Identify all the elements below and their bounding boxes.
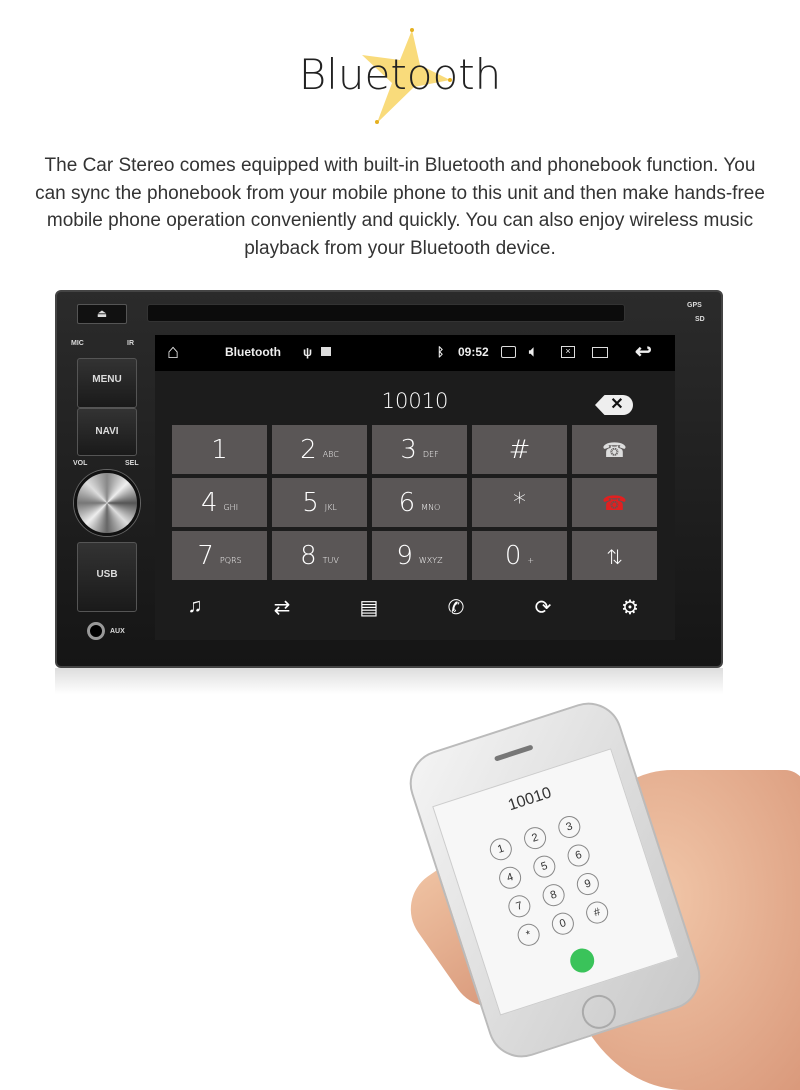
navi-button[interactable]: NAVI [77, 408, 137, 456]
key-digit: * [513, 487, 526, 518]
close-box-icon[interactable]: × [561, 346, 575, 358]
key-3[interactable]: 3 DEF [372, 425, 467, 474]
contacts-icon[interactable]: ▤ [354, 595, 384, 620]
usb-label: USB [96, 569, 118, 580]
key-digit: 5 [302, 487, 319, 518]
touch-screen: ⌂ Bluetooth ψ ᛒ 09:52 🔈︎ × ↩ 10010 ✕ 12A… [155, 335, 675, 640]
usb-port[interactable]: USB [77, 542, 137, 612]
key-8[interactable]: 8 TUV [272, 531, 367, 580]
volume-knob[interactable] [74, 470, 140, 536]
settings-icon[interactable]: ⚙ [615, 595, 645, 620]
phone-call-button[interactable] [567, 945, 598, 976]
transfer-icon: ⇅ [606, 543, 623, 568]
page-title: Bluetooth [298, 50, 502, 99]
camera-icon[interactable] [501, 346, 516, 358]
aux-jack[interactable] [87, 622, 105, 640]
key-0[interactable]: 0 + [472, 531, 567, 580]
phone-icon[interactable]: ✆ [441, 595, 471, 620]
phone-key[interactable]: 6 [564, 841, 593, 870]
key-letters: + [527, 556, 535, 565]
key-*[interactable]: * [472, 478, 567, 527]
car-stereo: ⏏ MIC IR MENU NAVI VOL SEL USB AUX GPS S… [55, 290, 723, 668]
key-digit: 2 [300, 434, 317, 465]
key-digit: 6 [398, 487, 416, 518]
key-9[interactable]: 9 WXYZ [372, 531, 467, 580]
bluetooth-icon: ᛒ [437, 345, 445, 359]
home-icon[interactable]: ⌂ [167, 341, 179, 364]
sync-icon[interactable]: ⟳ [528, 595, 558, 620]
key-digit: 3 [400, 434, 417, 465]
key-letters: DEF [422, 450, 439, 459]
key-digit: 8 [300, 540, 317, 571]
phone-key[interactable]: * [514, 920, 543, 949]
status-bar: ⌂ Bluetooth ψ ᛒ 09:52 🔈︎ × ↩ [155, 335, 675, 371]
music-icon[interactable]: ♫ [180, 595, 210, 618]
description: The Car Stereo comes equipped with built… [35, 155, 765, 259]
key-5[interactable]: 5 JKL [272, 478, 367, 527]
speaker [493, 744, 534, 762]
reflection [55, 668, 723, 694]
phone-key[interactable]: 4 [496, 863, 524, 892]
app-title: Bluetooth [225, 345, 281, 359]
mic-label: MIC [71, 340, 84, 347]
call-log-icon[interactable]: ⇄ [267, 595, 297, 620]
key-letters: MNO [421, 503, 441, 512]
disc-slot [147, 304, 625, 322]
key-letters: JKL [324, 503, 337, 512]
sd-label: SD [695, 316, 705, 323]
key-7[interactable]: 7 PQRS [172, 531, 267, 580]
sel-label: SEL [125, 460, 139, 467]
key-6[interactable]: 6 MNO [372, 478, 467, 527]
smartphone: 10010 1 2 3 4 5 6 7 8 9 * 0 # [400, 693, 710, 1067]
hangup-icon: ☎ [602, 490, 627, 515]
key-digit: 1 [211, 434, 228, 465]
key-letters: ABC [322, 450, 339, 459]
usb-icon: ψ [303, 345, 313, 359]
phone-key[interactable]: 5 [530, 852, 559, 881]
phone-number: 10010 [506, 784, 554, 815]
menu-label: MENU [92, 374, 122, 385]
key-digit: 9 [396, 540, 413, 571]
key-letters: WXYZ [418, 556, 443, 565]
key-letters: GHI [223, 503, 239, 512]
phone-key[interactable]: 0 [549, 909, 577, 938]
windows-icon[interactable] [592, 347, 608, 358]
ir-label: IR [127, 340, 134, 347]
phone-key[interactable]: 1 [486, 835, 515, 864]
time: 09:52 [458, 345, 489, 359]
key-2[interactable]: 2 ABC [272, 425, 367, 474]
vol-label: VOL [73, 460, 88, 467]
phone-key[interactable]: 7 [505, 892, 534, 921]
volume-icon[interactable]: 🔈︎ [529, 343, 537, 360]
transfer-button[interactable]: ⇅ [572, 531, 657, 580]
phone-key[interactable]: # [583, 898, 611, 927]
hangup-button[interactable]: ☎ [572, 478, 657, 527]
key-digit: 7 [197, 540, 214, 571]
dial-number: 10010 [381, 389, 449, 413]
eject-button[interactable]: ⏏ [77, 304, 127, 324]
key-digit: 4 [200, 487, 218, 518]
phone-key[interactable]: 8 [539, 881, 568, 910]
gps-label: GPS [687, 302, 702, 309]
image-icon [321, 347, 331, 356]
phone-key[interactable]: 2 [521, 824, 549, 852]
key-digit: 0 [504, 540, 522, 571]
key-1[interactable]: 1 [172, 425, 267, 474]
navi-label: NAVI [95, 426, 119, 437]
key-4[interactable]: 4 GHI [172, 478, 267, 527]
phone-key[interactable]: 3 [555, 813, 584, 841]
key-letters: TUV [322, 556, 339, 565]
keypad: 1 2 ABC 3 DEF # ☎ 4 GHI 5 JKL 6 MNO * ☎ 7 PQRS 8 TUV 9 WXYZ 0… [172, 425, 658, 580]
call-icon: ☎ [602, 437, 627, 462]
menu-button[interactable]: MENU [77, 358, 137, 408]
key-#[interactable]: # [472, 425, 567, 474]
bottom-bar: ♫ ⇄ ▤ ✆ ⟳ ⚙ [155, 585, 675, 635]
call-button[interactable]: ☎ [572, 425, 657, 474]
phone-key[interactable]: 9 [573, 870, 602, 898]
back-icon[interactable]: ↩ [635, 339, 652, 364]
key-letters: PQRS [219, 556, 242, 565]
home-button[interactable] [577, 990, 621, 1034]
key-digit: # [508, 434, 531, 465]
aux-label: AUX [110, 628, 125, 635]
